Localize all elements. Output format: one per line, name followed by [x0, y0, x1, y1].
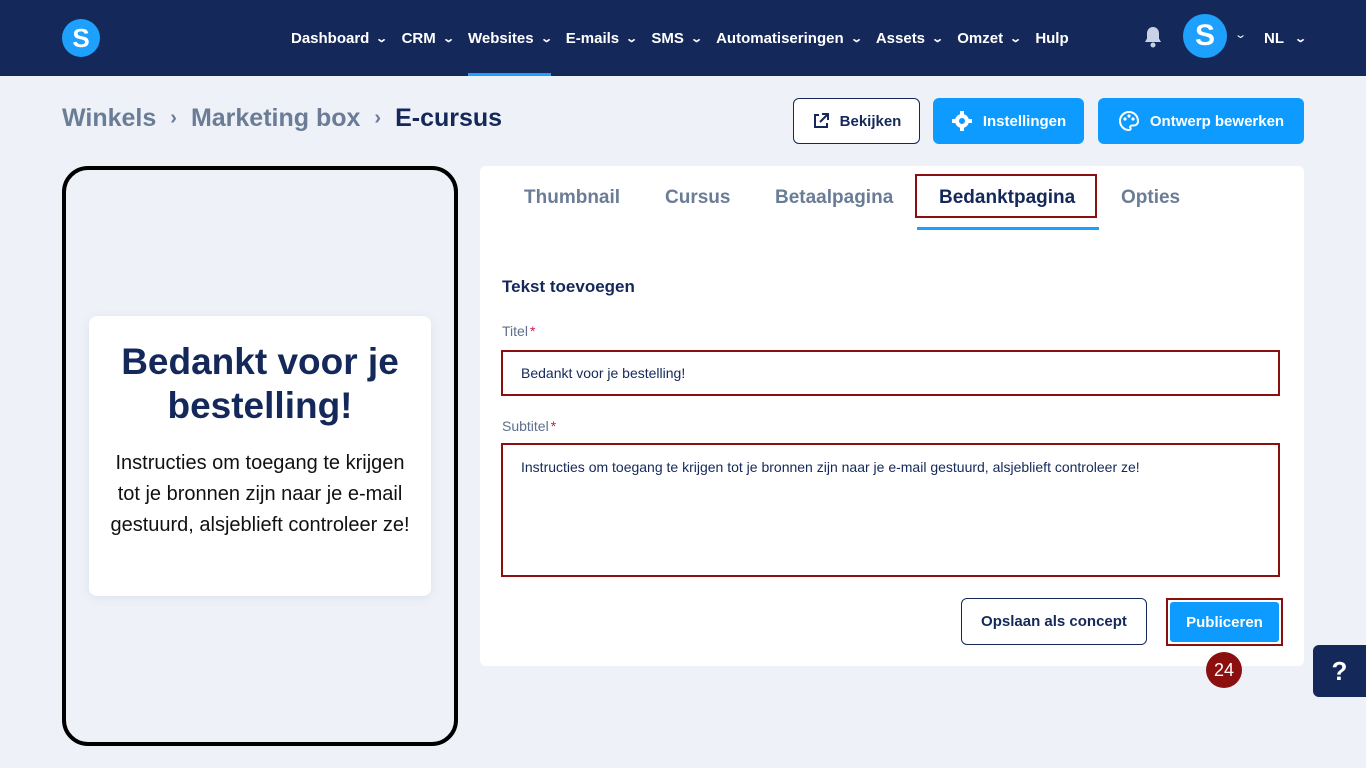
title-input-value: Bedankt voor je bestelling!	[521, 365, 686, 381]
nav-item-sms[interactable]: SMS ⌄	[651, 0, 703, 76]
help-button[interactable]: ?	[1313, 645, 1366, 697]
nav-item-label: Omzet	[957, 29, 1004, 47]
view-button-label: Bekijken	[839, 112, 902, 130]
breadcrumb: Winkels › Marketing box › E-cursus	[62, 104, 502, 133]
gear-icon	[951, 110, 973, 132]
tab-bedanktpagina[interactable]: Bedanktpagina	[939, 176, 1075, 220]
preview-title: Bedankt voor je bestelling!	[121, 341, 399, 426]
chevron-down-icon: ⌄	[849, 32, 863, 45]
app-logo[interactable]: S	[62, 19, 100, 57]
tab-cursus[interactable]: Cursus	[665, 176, 730, 220]
subtitle-label-text: Subtitel	[502, 418, 549, 434]
nav-item-omzet[interactable]: Omzet ⌄	[957, 0, 1023, 76]
nav-item-label: Hulp	[1035, 29, 1069, 47]
avatar[interactable]: S	[1183, 14, 1227, 58]
chevron-right-icon: ›	[374, 107, 382, 129]
subtitle-textarea[interactable]: Instructies om toegang te krijgen tot je…	[501, 443, 1280, 577]
chevron-down-icon: ⌄	[690, 32, 703, 45]
nav-item-hulp[interactable]: Hulp	[1035, 0, 1068, 76]
tab-thumbnail[interactable]: Thumbnail	[524, 176, 620, 220]
nav-item-emails[interactable]: E-mails ⌄	[565, 0, 639, 76]
tab-opties[interactable]: Opties	[1121, 176, 1180, 220]
subtitle-field-label: Subtitel *	[502, 418, 556, 434]
chevron-down-icon: ⌄	[441, 32, 455, 45]
chevron-down-icon: ⌄	[539, 32, 553, 45]
language-selector[interactable]: NL ⌄	[1264, 0, 1308, 76]
view-button[interactable]: Bekijken	[793, 98, 920, 144]
title-field-label: Titel *	[502, 323, 535, 339]
palette-icon	[1118, 110, 1140, 132]
chevron-right-icon: ›	[170, 107, 177, 129]
nav-item-automatiseringen[interactable]: Automatiseringen ⌄	[716, 0, 863, 76]
preview-card: Bedankt voor je bestelling! Instructies …	[89, 316, 431, 596]
required-asterisk: *	[550, 418, 557, 434]
step-number-badge: 24	[1206, 652, 1242, 688]
edit-design-button[interactable]: Ontwerp bewerken	[1098, 98, 1304, 144]
chevron-down-icon: ⌄	[931, 32, 945, 45]
required-asterisk: *	[529, 323, 536, 339]
chevron-down-icon: ⌄	[625, 32, 639, 45]
chevron-down-icon: ⌄	[375, 32, 389, 45]
nav-item-label: Websites	[467, 29, 534, 47]
breadcrumb-item-winkels[interactable]: Winkels	[62, 104, 156, 133]
nav-item-label: SMS	[651, 29, 684, 47]
settings-button-label: Instellingen	[982, 112, 1067, 130]
nav-item-websites[interactable]: Websites ⌄	[467, 0, 553, 76]
breadcrumb-item-marketing-box[interactable]: Marketing box	[191, 104, 360, 133]
preview-subtitle: Instructies om toegang te krijgen tot je…	[110, 452, 410, 536]
tab-betaalpagina[interactable]: Betaalpagina	[775, 176, 893, 220]
nav-item-label: Assets	[875, 29, 926, 47]
language-label: NL	[1264, 29, 1284, 47]
publish-button[interactable]: Publiceren	[1170, 602, 1279, 642]
title-label-text: Titel	[502, 323, 528, 339]
save-draft-button[interactable]: Opslaan als concept	[961, 598, 1147, 645]
nav-item-label: E-mails	[565, 29, 620, 47]
main-nav: Dashboard ⌄ CRM ⌄ Websites ⌄ E-mails ⌄ SMS ⌄ …	[291, 0, 1084, 76]
section-title: Tekst toevoegen	[502, 277, 635, 296]
nav-item-dashboard[interactable]: Dashboard ⌄	[291, 0, 389, 76]
chevron-down-icon: ⌄	[1294, 32, 1308, 45]
active-tab-indicator	[917, 227, 1099, 230]
top-navigation-bar: S Dashboard ⌄ CRM ⌄ Websites ⌄ E-mails ⌄ SMS…	[0, 0, 1366, 76]
title-input[interactable]: Bedankt voor je bestelling!	[501, 350, 1280, 396]
phone-preview: Bedankt voor je bestelling! Instructies …	[62, 166, 458, 746]
chevron-down-icon: ⌄	[1009, 32, 1023, 45]
tab-bar: Thumbnail Cursus Betaalpagina Bedanktpag…	[480, 166, 1304, 230]
nav-item-crm[interactable]: CRM ⌄	[401, 0, 455, 76]
nav-item-label: Automatiseringen	[716, 29, 844, 47]
settings-button[interactable]: Instellingen	[933, 98, 1084, 144]
nav-item-label: CRM	[401, 29, 436, 47]
publish-highlight-box: Publiceren	[1166, 598, 1283, 646]
edit-design-button-label: Ontwerp bewerken	[1149, 112, 1285, 130]
chevron-down-icon[interactable]: ⌄	[1234, 28, 1247, 41]
nav-item-label: Dashboard	[291, 29, 370, 47]
nav-item-assets[interactable]: Assets ⌄	[875, 0, 945, 76]
external-link-icon	[812, 112, 830, 130]
subtitle-input-value: Instructies om toegang te krijgen tot je…	[521, 459, 1140, 475]
editor-panel: Thumbnail Cursus Betaalpagina Bedanktpag…	[480, 166, 1304, 666]
breadcrumb-item-current: E-cursus	[395, 104, 503, 132]
bell-icon[interactable]	[1142, 25, 1164, 49]
